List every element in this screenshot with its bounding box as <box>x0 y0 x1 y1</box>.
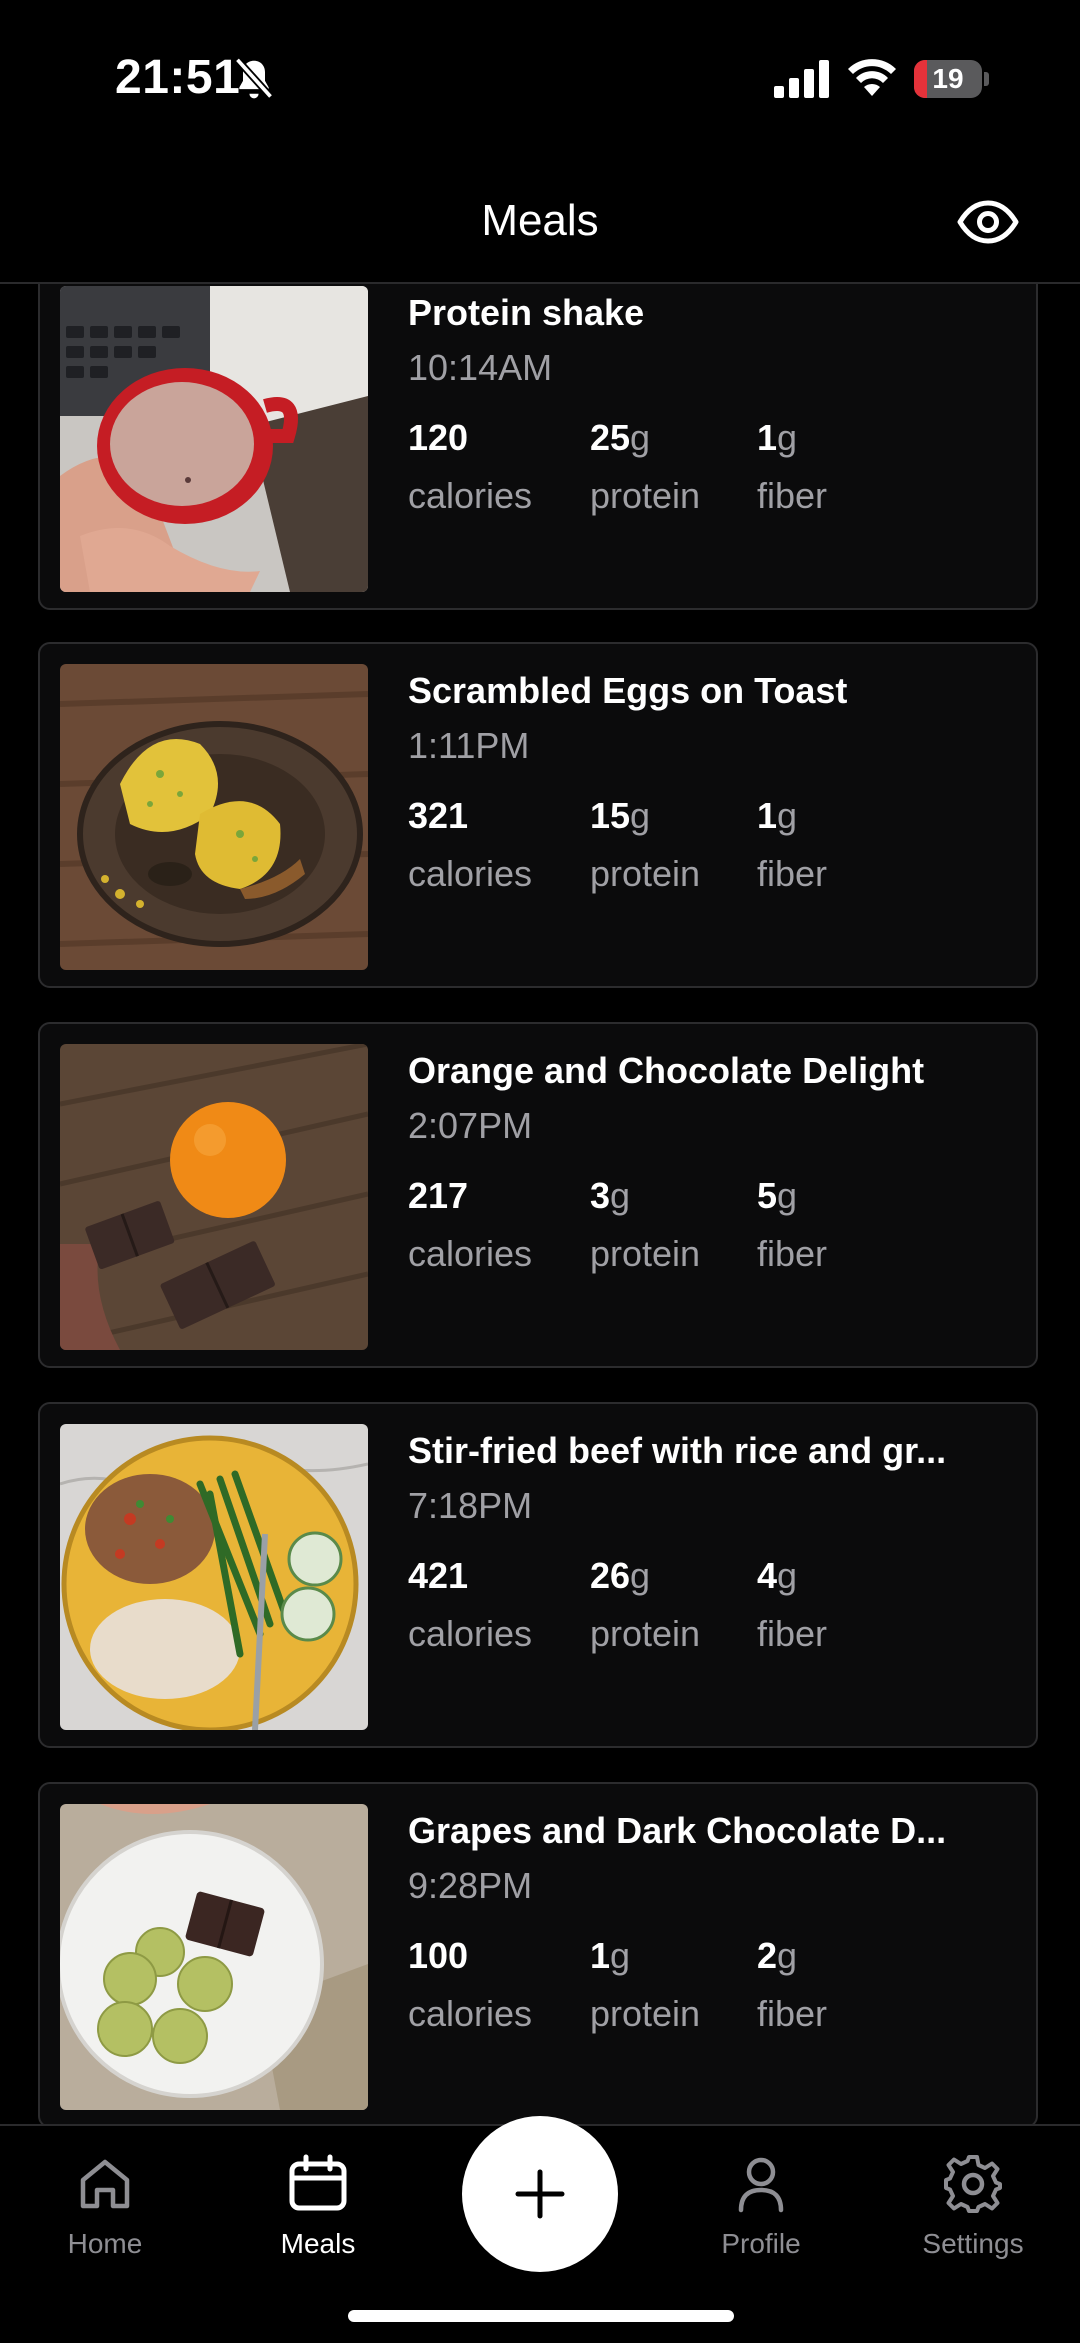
eye-icon <box>957 200 1019 244</box>
calories-value: 120 <box>408 417 469 458</box>
meal-time: 1:11PM <box>408 725 530 766</box>
tab-home-label: Home <box>67 2228 143 2259</box>
tab-profile[interactable]: Profile <box>661 2152 861 2260</box>
calendar-icon <box>289 2154 347 2211</box>
fiber-label: fiber <box>757 1613 828 1654</box>
cellular-signal-icon <box>774 60 829 98</box>
fiber-value: 5 <box>757 1175 778 1216</box>
tab-settings[interactable]: Settings <box>873 2152 1073 2260</box>
protein-unit: g <box>610 1935 631 1976</box>
meal-name: Protein shake <box>408 292 645 333</box>
meal-time: 7:18PM <box>408 1485 533 1526</box>
header: Meals <box>0 160 1080 284</box>
calories-label: calories <box>408 853 533 894</box>
fiber-value: 1 <box>757 417 778 458</box>
page-title: Meals <box>481 196 599 245</box>
add-meal-button[interactable] <box>462 2116 618 2272</box>
plus-icon <box>515 2169 565 2219</box>
fiber-label: fiber <box>757 853 828 894</box>
fiber-value: 1 <box>757 795 778 836</box>
protein-value: 1 <box>590 1935 611 1976</box>
meal-card[interactable]: Grapes and Dark Chocolate D... 9:28PM 10… <box>38 1782 1038 2124</box>
meal-photo <box>60 286 368 592</box>
fiber-unit: g <box>777 1935 798 1976</box>
meal-photo <box>60 1424 368 1730</box>
meal-photo <box>60 1044 368 1350</box>
meal-name: Grapes and Dark Chocolate D... <box>408 1810 947 1851</box>
calories-value: 421 <box>408 1555 469 1596</box>
calories-value: 321 <box>408 795 469 836</box>
calories-label: calories <box>408 1613 533 1654</box>
meal-name: Stir-fried beef with rice and gr... <box>408 1430 947 1471</box>
calories-label: calories <box>408 1233 533 1274</box>
protein-label: protein <box>590 1993 701 2034</box>
fiber-unit: g <box>777 1555 798 1596</box>
meal-time: 10:14AM <box>408 347 553 388</box>
fiber-label: fiber <box>757 1233 828 1274</box>
battery-level: 19 <box>932 63 964 94</box>
battery-icon: 19 <box>914 60 990 98</box>
tab-meals-label: Meals <box>280 2228 356 2259</box>
protein-unit: g <box>630 795 651 836</box>
calories-value: 217 <box>408 1175 469 1216</box>
calories-label: calories <box>408 1993 533 2034</box>
protein-unit: g <box>610 1175 631 1216</box>
meal-card[interactable]: Scrambled Eggs on Toast 1:11PM 321 calori… <box>38 642 1038 988</box>
tab-home[interactable]: Home <box>5 2152 205 2260</box>
protein-label: protein <box>590 475 701 516</box>
protein-value: 26 <box>590 1555 631 1596</box>
tab-settings-label: Settings <box>922 2228 1024 2259</box>
fiber-unit: g <box>777 795 798 836</box>
calories-value: 100 <box>408 1935 469 1976</box>
fiber-unit: g <box>777 1175 798 1216</box>
gear-icon <box>944 2155 1002 2213</box>
fiber-unit: g <box>777 417 798 458</box>
protein-value: 15 <box>590 795 631 836</box>
status-bar: 21:51 19 <box>0 0 1080 160</box>
protein-label: protein <box>590 853 701 894</box>
meal-list[interactable]: Protein shake 10:14AM 120 calories 25g pro… <box>0 284 1080 2124</box>
fiber-value: 4 <box>757 1555 778 1596</box>
protein-unit: g <box>630 1555 651 1596</box>
home-indicator <box>348 2310 734 2322</box>
meal-time: 9:28PM <box>408 1865 533 1906</box>
tab-meals[interactable]: Meals <box>218 2152 418 2260</box>
meal-name: Scrambled Eggs on Toast <box>408 670 848 711</box>
meal-time: 2:07PM <box>408 1105 533 1146</box>
wifi-icon <box>848 59 896 96</box>
home-icon <box>80 2159 130 2209</box>
fiber-label: fiber <box>757 1993 828 2034</box>
fiber-label: fiber <box>757 475 828 516</box>
protein-label: protein <box>590 1613 701 1654</box>
meal-name: Orange and Chocolate Delight <box>408 1050 925 1091</box>
meal-photo <box>60 664 368 970</box>
person-icon <box>738 2157 784 2213</box>
visibility-toggle-button[interactable] <box>952 186 1024 258</box>
meal-card[interactable]: Orange and Chocolate Delight 2:07PM 217 c… <box>38 1022 1038 1368</box>
bell-slash-icon <box>234 57 274 99</box>
status-time: 21:51 <box>115 51 241 104</box>
meal-card[interactable]: Stir-fried beef with rice and gr... 7:18… <box>38 1402 1038 1748</box>
meal-photo <box>60 1804 368 2110</box>
protein-value: 3 <box>590 1175 611 1216</box>
fiber-value: 2 <box>757 1935 778 1976</box>
protein-value: 25 <box>590 417 631 458</box>
protein-label: protein <box>590 1233 701 1274</box>
calories-label: calories <box>408 475 533 516</box>
meal-card[interactable]: Protein shake 10:14AM 120 calories 25g pro… <box>38 284 1038 610</box>
protein-unit: g <box>630 417 651 458</box>
tab-profile-label: Profile <box>721 2228 801 2259</box>
